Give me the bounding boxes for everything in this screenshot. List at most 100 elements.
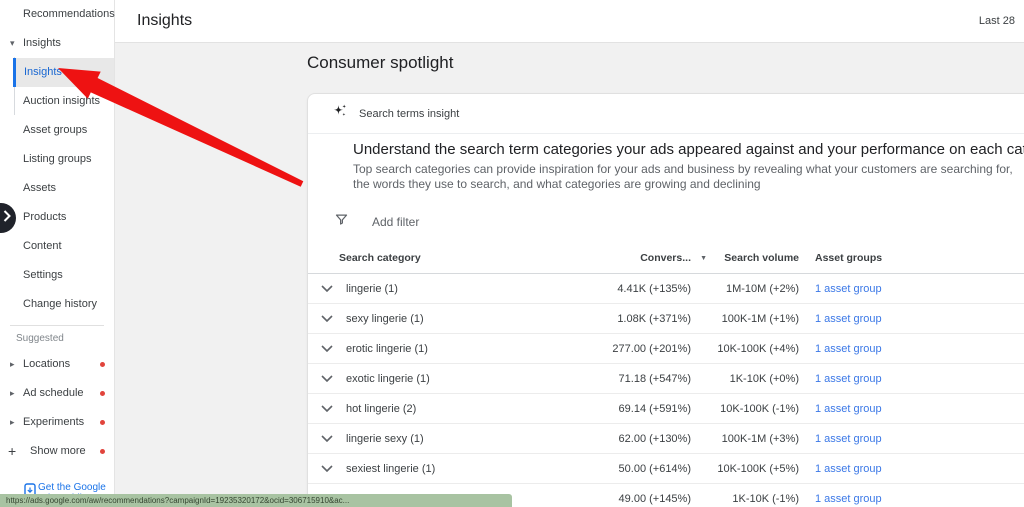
column-header-search-category[interactable]: Search category (308, 252, 561, 264)
sidebar-item-auction-insights[interactable]: Auction insights (0, 87, 114, 116)
cell-search-volume: 100K-1M (+3%) (691, 433, 799, 445)
sidebar-item-insights[interactable]: Insights (13, 58, 114, 87)
asset-group-link[interactable]: 1 asset group (815, 493, 882, 505)
cell-asset-groups: 1 asset group (799, 493, 959, 505)
status-bar-url: https://ads.google.com/aw/recommendation… (6, 496, 349, 505)
sidebar-item-label: Listing groups (23, 153, 92, 165)
expand-row-chevron-icon[interactable] (308, 435, 346, 442)
cell-asset-groups: 1 asset group (799, 373, 959, 385)
sidebar-item-label: Products (23, 211, 66, 223)
expand-row-chevron-icon[interactable] (308, 345, 346, 352)
column-header-search-volume[interactable]: Search volume (691, 252, 799, 264)
cell-search-volume: 1K-10K (-1%) (691, 493, 799, 505)
chevron-right-icon[interactable]: ▸ (10, 350, 15, 379)
conversions-header-label: Convers... (640, 252, 691, 264)
date-range-selector[interactable]: Last 28 (979, 15, 1015, 27)
cell-search-category: exotic lingerie (1) (346, 373, 561, 385)
add-filter-label: Add filter (372, 215, 419, 229)
cell-search-category: lingerie (1) (346, 283, 561, 295)
expand-row-chevron-icon[interactable] (308, 405, 346, 412)
cell-conversions: 1.08K (+371%) (561, 313, 691, 325)
asset-group-link[interactable]: 1 asset group (815, 283, 882, 295)
main-content: Consumer spotlight Search terms insight … (115, 43, 1024, 507)
cell-search-category: hot lingerie (2) (346, 403, 561, 415)
sidebar-item-label: Content (23, 240, 62, 252)
sidebar-item-products[interactable]: ▸Products (0, 203, 114, 232)
sidebar-item-content[interactable]: Content (0, 232, 114, 261)
chevron-right-icon (3, 209, 11, 227)
cell-conversions: 69.14 (+591%) (561, 403, 691, 415)
chevron-right-icon[interactable]: ▸ (10, 379, 15, 408)
column-header-asset-groups[interactable]: Asset groups (799, 252, 959, 264)
table-row: hot lingerie (2)69.14 (+591%)10K-100K (-… (308, 394, 1024, 424)
cell-search-category: sexy lingerie (1) (346, 313, 561, 325)
promo-line1: Get the Google (38, 482, 106, 493)
add-filter-control[interactable]: Add filter (334, 207, 1024, 237)
sidebar-item-insights[interactable]: ▾Insights (0, 29, 114, 58)
expand-row-chevron-icon[interactable] (308, 285, 346, 292)
card-content: Understand the search term categories yo… (308, 134, 1024, 192)
asset-group-link[interactable]: 1 asset group (815, 313, 882, 325)
cell-search-category: lingerie sexy (1) (346, 433, 561, 445)
cell-conversions: 277.00 (+201%) (561, 343, 691, 355)
sidebar-item-label: Insights (24, 66, 62, 78)
asset-group-link[interactable]: 1 asset group (815, 463, 882, 475)
sidebar-item-ad-schedule[interactable]: ▸ Ad schedule (0, 379, 114, 408)
asset-group-link[interactable]: 1 asset group (815, 343, 882, 355)
cell-search-category: erotic lingerie (1) (346, 343, 561, 355)
table-body: lingerie (1)4.41K (+135%)1M-10M (+2%) 1 a… (308, 274, 1024, 507)
sidebar-item-listing-groups[interactable]: Listing groups (0, 145, 114, 174)
sidebar-item-label: Recommendations (23, 8, 115, 20)
sidebar-item-experiments[interactable]: ▸Experiments (0, 408, 114, 437)
expand-row-chevron-icon[interactable] (308, 465, 346, 472)
cell-conversions: 62.00 (+130%) (561, 433, 691, 445)
cell-conversions: 71.18 (+547%) (561, 373, 691, 385)
asset-group-link[interactable]: 1 asset group (815, 403, 882, 415)
filter-funnel-icon (334, 212, 349, 232)
sidebar-item-label: Show more (30, 445, 86, 457)
cell-search-volume: 10K-100K (+5%) (691, 463, 799, 475)
suggested-section-label: Suggested (0, 326, 114, 350)
sidebar-suggested-items: ▸Locations▸Ad schedule▸Experiments+Show … (0, 350, 114, 466)
sidebar-item-change-history[interactable]: Change history (0, 290, 114, 319)
cell-asset-groups: 1 asset group (799, 403, 959, 415)
sidebar-items: Recommendations ▾Insights Insights Auction … (0, 0, 114, 319)
notification-dot (100, 420, 105, 425)
cell-search-category: sexiest lingerie (1) (346, 463, 561, 475)
sidebar-item-show-more[interactable]: +Show more (0, 437, 114, 466)
section-title: Consumer spotlight (307, 53, 453, 73)
column-header-conversions[interactable]: Convers... ▼ (561, 252, 691, 264)
table-row: sexiest lingerie (1)50.00 (+614%)10K-100… (308, 454, 1024, 484)
sidebar-item-assets[interactable]: Assets (0, 174, 114, 203)
asset-group-link[interactable]: 1 asset group (815, 373, 882, 385)
cell-asset-groups: 1 asset group (799, 313, 959, 325)
page-header: Insights Last 28 (115, 0, 1024, 43)
sidebar-item-asset-groups[interactable]: Asset groups (0, 116, 114, 145)
chevron-right-icon[interactable]: ▸ (10, 408, 15, 437)
sidebar-item-locations[interactable]: ▸Locations (0, 350, 114, 379)
cell-search-volume: 10K-100K (+4%) (691, 343, 799, 355)
browser-status-bar: https://ads.google.com/aw/recommendation… (0, 494, 512, 507)
sidebar-item-label: Settings (23, 269, 63, 281)
cell-conversions: 4.41K (+135%) (561, 283, 691, 295)
chevron-down-icon[interactable]: ▾ (10, 29, 15, 58)
asset-group-link[interactable]: 1 asset group (815, 433, 882, 445)
expand-row-chevron-icon[interactable] (308, 315, 346, 322)
table-row: erotic lingerie (1)277.00 (+201%)10K-100… (308, 334, 1024, 364)
table-row: exotic lingerie (1)71.18 (+547%)1K-10K (… (308, 364, 1024, 394)
cell-asset-groups: 1 asset group (799, 343, 959, 355)
expand-row-chevron-icon[interactable] (308, 375, 346, 382)
cell-search-volume: 1K-10K (+0%) (691, 373, 799, 385)
sidebar-item-label: Asset groups (23, 124, 87, 136)
notification-dot (100, 449, 105, 454)
sidebar-item-label: Assets (23, 182, 56, 194)
table-header-row: Search category Convers... ▼ Search volu… (308, 242, 1024, 274)
sidebar-item-settings[interactable]: Settings (0, 261, 114, 290)
sidebar-item-recommendations[interactable]: Recommendations (0, 0, 114, 29)
card-badge-label: Search terms insight (359, 108, 459, 120)
table-row: sexy lingerie (1)1.08K (+371%)100K-1M (+… (308, 304, 1024, 334)
search-categories-table: Search category Convers... ▼ Search volu… (308, 242, 1024, 507)
card-header: Search terms insight (308, 94, 1024, 134)
cell-search-volume: 1M-10M (+2%) (691, 283, 799, 295)
sidebar-item-label: Ad schedule (23, 387, 84, 399)
